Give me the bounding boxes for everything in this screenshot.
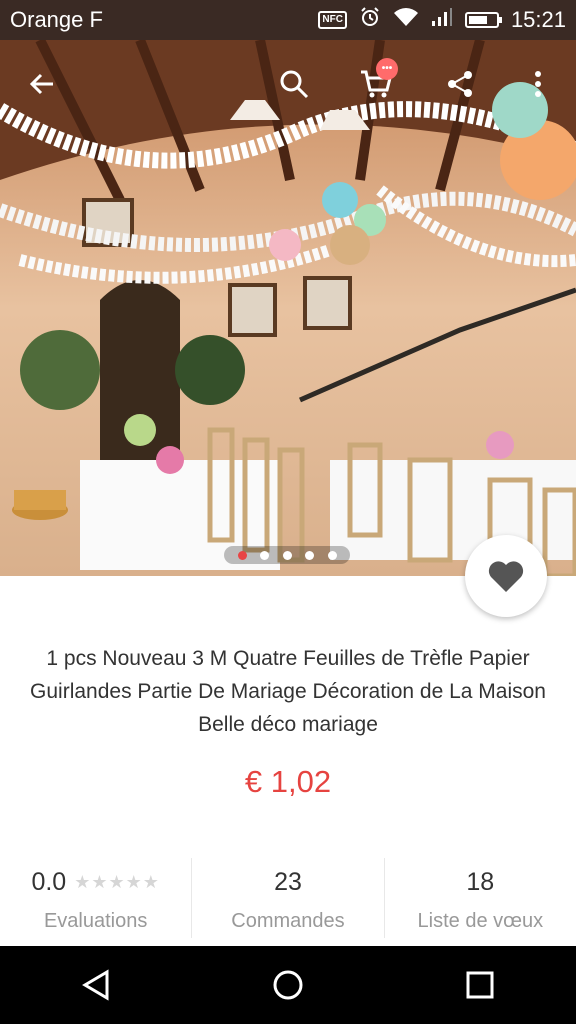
orders-stat[interactable]: 23 Commandes: [191, 858, 383, 938]
status-icons: NFC 15:21: [318, 6, 566, 34]
clock: 15:21: [510, 7, 566, 32]
cart-icon[interactable]: •••: [352, 58, 400, 108]
carrier-name: Orange F: [10, 7, 103, 32]
pager-dot[interactable]: [237, 550, 247, 560]
wifi-icon: [393, 7, 419, 33]
arrow-left-icon[interactable]: [18, 60, 66, 108]
nfc-icon: NFC: [318, 11, 347, 29]
orders-label: Commandes: [231, 910, 345, 932]
orders-count: 23: [274, 868, 302, 896]
square-recents-icon[interactable]: [450, 955, 510, 1015]
triangle-back-icon[interactable]: [66, 955, 126, 1015]
ratings-label: Evaluations: [43, 910, 148, 932]
alarm-icon: [359, 6, 381, 34]
image-pager[interactable]: [224, 546, 350, 564]
battery-icon: [464, 12, 502, 28]
signal-icon: [431, 7, 453, 33]
more-vert-icon[interactable]: [514, 60, 562, 108]
product-toolbar: •••: [0, 40, 576, 130]
status-bar: Orange F NFC 15:21: [0, 0, 576, 40]
pager-dot[interactable]: [260, 550, 269, 560]
wishlist-label: Liste de vœux: [417, 910, 544, 932]
pager-dot[interactable]: [305, 550, 314, 560]
favorite-button[interactable]: [465, 535, 547, 617]
system-nav-bar: [0, 946, 576, 1024]
product-title: 1 pcs Nouveau 3 M Quatre Feuilles de Trè…: [30, 647, 546, 736]
product-stats: 0.0 ★★★★★ Evaluations 23 Commandes 18 Lis…: [0, 858, 576, 938]
rating-stars: ★★★★★: [74, 872, 160, 892]
circle-home-icon[interactable]: [258, 955, 318, 1015]
share-icon[interactable]: [436, 60, 484, 108]
product-price: € 1,02: [244, 764, 332, 799]
cart-badge: •••: [376, 58, 398, 80]
ratings-stat[interactable]: 0.0 ★★★★★ Evaluations: [0, 858, 191, 938]
rating-value: 0.0: [31, 868, 67, 896]
search-icon[interactable]: [270, 60, 318, 108]
wishlist-stat[interactable]: 18 Liste de vœux: [383, 858, 576, 938]
pager-dot[interactable]: [282, 550, 292, 560]
pager-dot[interactable]: [327, 550, 337, 560]
wishlist-count: 18: [466, 868, 495, 896]
heart-icon: [488, 561, 524, 592]
